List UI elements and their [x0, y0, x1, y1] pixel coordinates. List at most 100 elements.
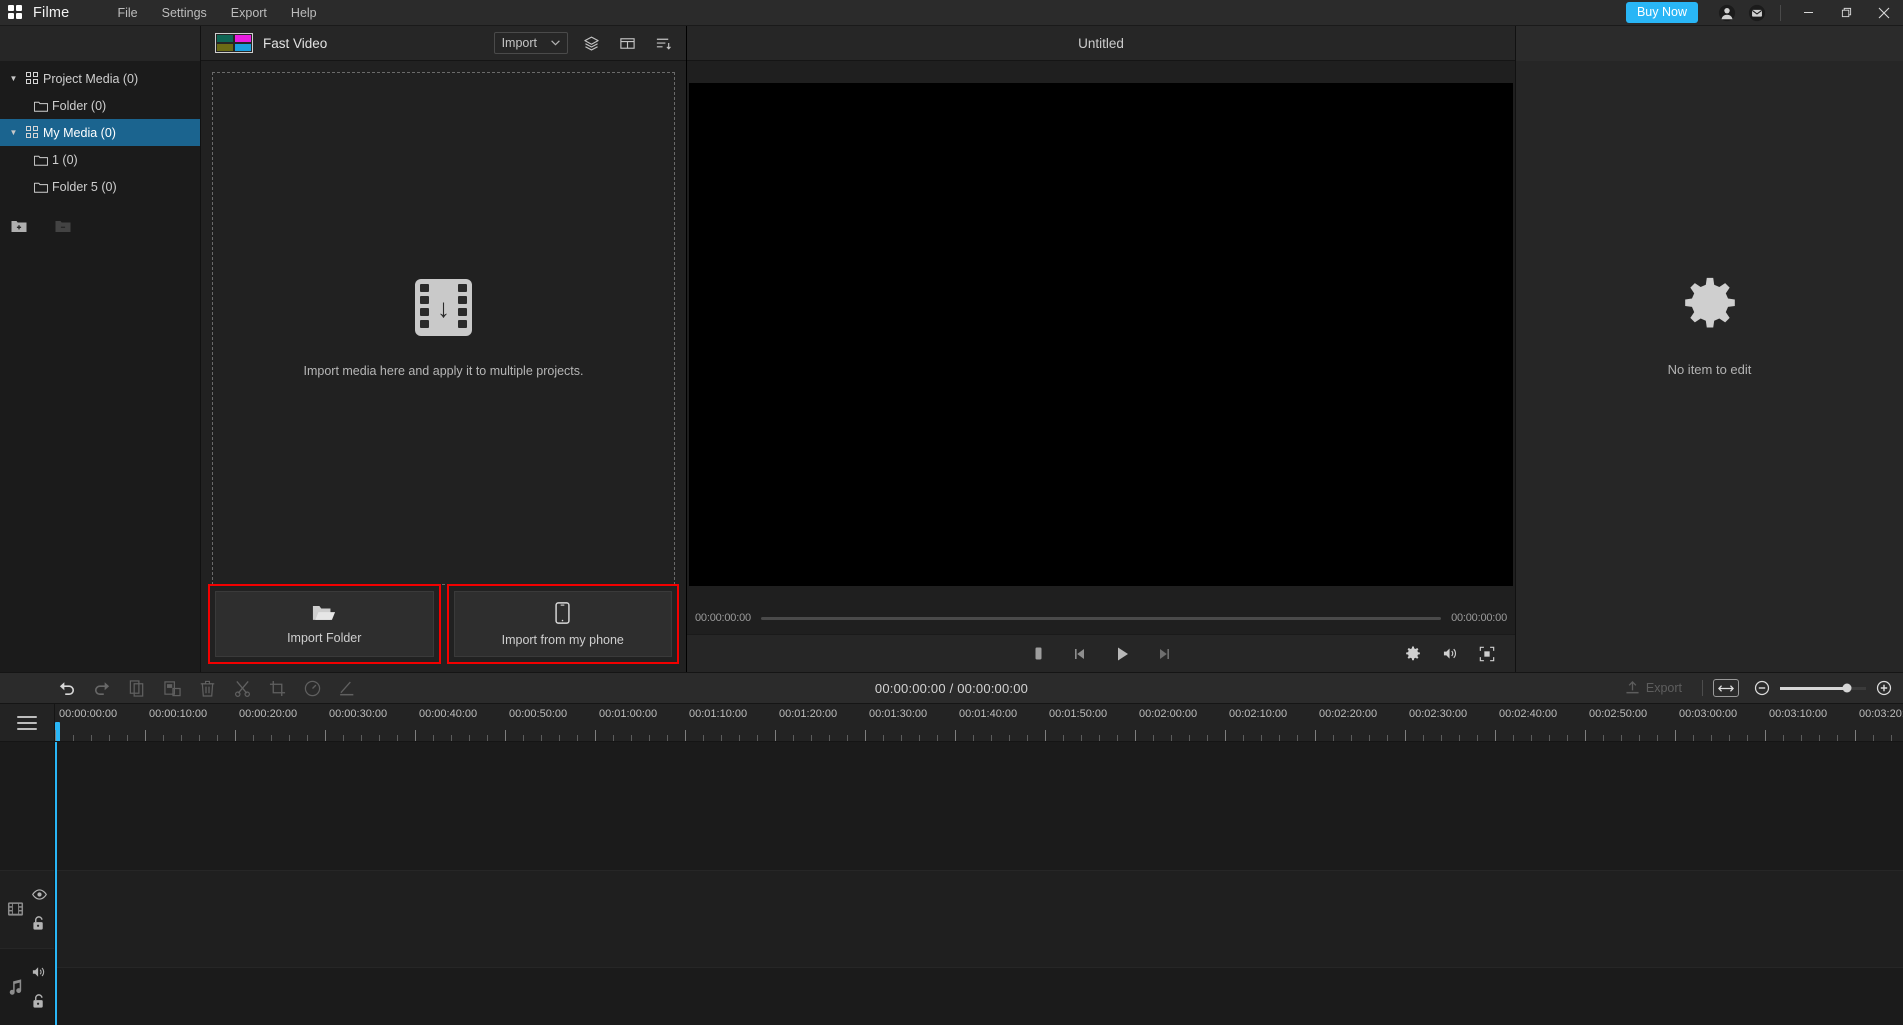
- timeline-timecode: 00:00:00:00 / 00:00:00:00: [874, 680, 1029, 696]
- user-account-icon[interactable]: [1712, 0, 1742, 26]
- ruler-tick-minor: [1279, 735, 1280, 741]
- preview-settings-gear-icon[interactable]: [1403, 644, 1423, 664]
- preview-seek-slider[interactable]: [760, 616, 1442, 620]
- trash-bin-icon[interactable]: [195, 676, 219, 700]
- add-folder-icon[interactable]: [10, 218, 28, 234]
- ruler-tick-minor: [181, 735, 182, 741]
- minimize-icon[interactable]: [1789, 0, 1827, 26]
- timeline-menu-button[interactable]: [0, 704, 55, 741]
- step-back-icon[interactable]: [1070, 644, 1090, 664]
- ruler-tick-major: [415, 730, 416, 741]
- ruler-tick-major: [235, 730, 236, 741]
- list-sort-icon[interactable]: [650, 31, 676, 55]
- ruler-label: 00:00:40:00: [419, 708, 478, 720]
- buy-now-button[interactable]: Buy Now: [1625, 2, 1698, 23]
- fullscreen-icon[interactable]: [1477, 644, 1497, 664]
- mail-envelope-icon[interactable]: [1742, 0, 1772, 26]
- layers-stack-icon[interactable]: [578, 31, 604, 55]
- ruler-tick-minor: [1441, 735, 1442, 741]
- ruler-tick-minor: [199, 735, 200, 741]
- step-forward-icon[interactable]: [1154, 644, 1174, 664]
- unlock-padlock-icon[interactable]: [30, 993, 48, 1009]
- ruler-tick-minor: [1801, 735, 1802, 741]
- preview-transport-bar: [687, 634, 1515, 672]
- crop-icon[interactable]: [265, 676, 289, 700]
- media-dropzone[interactable]: ↓ Import media here and apply it to mult…: [212, 72, 675, 585]
- audio-track-lane[interactable]: [55, 967, 1903, 1025]
- scissors-icon[interactable]: [230, 676, 254, 700]
- ruler-label: 00:03:20:00: [1859, 708, 1903, 720]
- zoom-in-icon[interactable]: [1875, 679, 1893, 697]
- stop-square-icon[interactable]: [1028, 644, 1048, 664]
- import-from-phone-highlight: Import from my phone: [446, 584, 679, 664]
- speedometer-icon[interactable]: [300, 676, 324, 700]
- import-from-phone-button[interactable]: Import from my phone: [453, 591, 672, 657]
- play-triangle-icon[interactable]: [1112, 644, 1132, 664]
- music-note-icon: [0, 978, 30, 995]
- fit-to-screen-icon[interactable]: [1713, 679, 1739, 697]
- color-adjust-icon[interactable]: [335, 676, 359, 700]
- ruler-tick-minor: [1837, 735, 1838, 741]
- export-button[interactable]: Export: [1625, 681, 1682, 695]
- zoom-slider[interactable]: [1780, 683, 1866, 693]
- ruler-tick-minor: [1243, 735, 1244, 741]
- ruler-tick-major: [1765, 730, 1766, 741]
- ruler-tick-minor: [1063, 735, 1064, 741]
- chevron-down-icon[interactable]: ▼: [6, 128, 21, 137]
- gear-icon: [1681, 276, 1739, 334]
- import-dropdown[interactable]: Import: [493, 32, 568, 54]
- ruler-tick-minor: [757, 735, 758, 741]
- ruler-tick-minor: [1027, 735, 1028, 741]
- sidebar-item-folder[interactable]: Folder (0): [0, 92, 200, 119]
- zoom-out-icon[interactable]: [1753, 679, 1771, 697]
- ruler-tick-major: [55, 730, 56, 741]
- restore-window-icon[interactable]: [1827, 0, 1865, 26]
- video-track-header[interactable]: [0, 870, 54, 948]
- timeline-playhead[interactable]: [55, 742, 57, 1025]
- media-panel: Fast Video Import ↓ Import media here an…: [201, 26, 687, 672]
- undo-arrow-icon[interactable]: [55, 676, 79, 700]
- copy-icon[interactable]: [125, 676, 149, 700]
- folder-icon: [30, 100, 52, 112]
- ruler-tick-minor: [217, 735, 218, 741]
- preview-stage[interactable]: [687, 61, 1515, 602]
- mobile-phone-icon: [555, 601, 570, 624]
- menu-settings[interactable]: Settings: [150, 2, 219, 24]
- sidebar-item-1[interactable]: 1 (0): [0, 146, 200, 173]
- menu-export[interactable]: Export: [219, 2, 279, 24]
- ruler-tick-minor: [541, 735, 542, 741]
- paste-icon[interactable]: [160, 676, 184, 700]
- video-track-lane[interactable]: [55, 870, 1903, 967]
- eye-icon[interactable]: [30, 887, 48, 903]
- speaker-volume-icon[interactable]: [1440, 644, 1460, 664]
- ruler-label: 00:03:00:00: [1679, 708, 1738, 720]
- grid-view-icon[interactable]: [614, 31, 640, 55]
- sidebar-item-project-media[interactable]: ▼ Project Media (0): [0, 65, 200, 92]
- speaker-volume-icon[interactable]: [30, 964, 48, 980]
- close-window-icon[interactable]: [1865, 0, 1903, 26]
- ruler-tick-minor: [523, 735, 524, 741]
- import-folder-button[interactable]: Import Folder: [215, 591, 434, 657]
- ruler-tick-minor: [73, 735, 74, 741]
- properties-panel-header: [1516, 26, 1903, 61]
- empty-lane-area[interactable]: [55, 742, 1903, 870]
- ruler-tick-minor: [937, 735, 938, 741]
- chevron-down-icon[interactable]: ▼: [6, 74, 21, 83]
- remove-folder-icon[interactable]: [54, 218, 72, 234]
- menu-file[interactable]: File: [105, 2, 149, 24]
- sidebar-item-folder-5[interactable]: Folder 5 (0): [0, 173, 200, 200]
- timeline-lanes[interactable]: [55, 742, 1903, 1025]
- preset-fast-video[interactable]: Fast Video: [211, 33, 327, 53]
- import-dropdown-label: Import: [501, 36, 537, 50]
- unlock-padlock-icon[interactable]: [30, 916, 48, 932]
- menu-help[interactable]: Help: [279, 2, 329, 24]
- timeline-ruler[interactable]: 00:00:00:00 00:00:10:00 00:00:20:00 00:00:3…: [55, 704, 1903, 741]
- titlebar-divider: [1780, 4, 1781, 21]
- video-canvas[interactable]: [689, 82, 1513, 586]
- ruler-tick-minor: [289, 735, 290, 741]
- audio-track-header[interactable]: [0, 947, 54, 1025]
- ruler-tick-minor: [1117, 735, 1118, 741]
- ruler-tick-minor: [433, 735, 434, 741]
- redo-arrow-icon[interactable]: [90, 676, 114, 700]
- sidebar-item-my-media[interactable]: ▼ My Media (0): [0, 119, 200, 146]
